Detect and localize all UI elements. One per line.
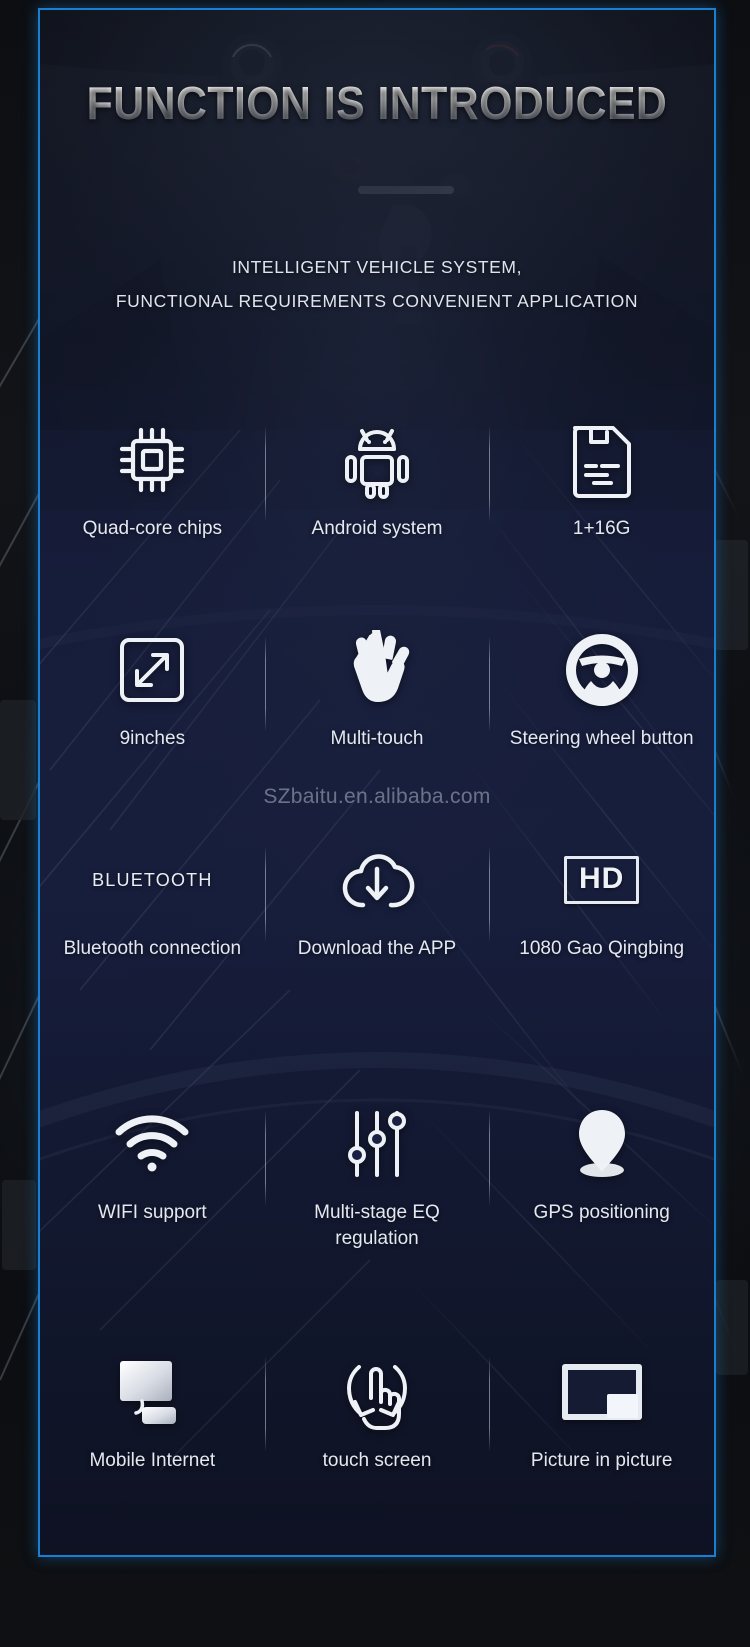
monitor-phone-icon xyxy=(112,1346,192,1438)
picture-in-picture-icon xyxy=(559,1346,645,1438)
steering-wheel-icon xyxy=(563,624,641,716)
feature-row: 9inches Multi-touch Steering wheel butto… xyxy=(40,618,714,828)
feature-row: Quad-core chips Android system 1+16G xyxy=(40,408,714,618)
feature-item-download-app[interactable]: Download the APP xyxy=(265,828,490,1040)
page-title: FUNCTION IS INTRODUCED xyxy=(64,76,691,130)
expand-arrows-icon xyxy=(117,624,187,716)
feature-label: touch screen xyxy=(322,1450,432,1471)
header-block: FUNCTION IS INTRODUCED INTELLIGENT VEHIC… xyxy=(40,10,714,340)
feature-label: Quad-core chips xyxy=(82,518,223,539)
feature-label: Download the APP xyxy=(297,938,457,959)
feature-item-screen-size[interactable]: 9inches xyxy=(40,618,265,828)
hand-icon xyxy=(341,624,413,716)
hd-badge-text: HD xyxy=(564,856,640,904)
feature-label: Multi-stage EQ regulation xyxy=(314,1202,440,1249)
feature-item-wifi-support[interactable]: WIFI support xyxy=(40,1092,265,1292)
feature-item-touch-screen[interactable]: touch screen xyxy=(265,1340,490,1540)
feature-item-quad-core-chips[interactable]: Quad-core chips xyxy=(40,408,265,618)
feature-item-bluetooth-connection[interactable]: BLUETOOTH Bluetooth connection xyxy=(40,828,265,1040)
feature-item-mobile-internet[interactable]: Mobile Internet xyxy=(40,1340,265,1540)
feature-row: WIFI support Multi-stage EQ regulation G… xyxy=(40,1040,714,1292)
feature-row: Mobile Internet touch screen Picture in … xyxy=(40,1292,714,1540)
page-subtitle: INTELLIGENT VEHICLE SYSTEM, FUNCTIONAL R… xyxy=(40,250,714,318)
bluetooth-wordmark: BLUETOOTH xyxy=(92,834,213,926)
feature-grid: Quad-core chips Android system 1+16G 9in… xyxy=(40,408,714,1540)
feature-item-eq-regulation[interactable]: Multi-stage EQ regulation xyxy=(265,1092,490,1292)
feature-item-steering-wheel-button[interactable]: Steering wheel button xyxy=(489,618,714,828)
cloud-download-icon xyxy=(337,834,417,926)
feature-label: Picture in picture xyxy=(530,1450,673,1471)
framed-panel: FUNCTION IS INTRODUCED INTELLIGENT VEHIC… xyxy=(38,8,716,1557)
feature-label: Bluetooth connection xyxy=(63,938,242,959)
feature-label: 1+16G xyxy=(572,518,631,539)
bluetooth-wordmark-text: BLUETOOTH xyxy=(92,869,213,890)
feature-item-gps-positioning[interactable]: GPS positioning xyxy=(489,1092,714,1292)
android-robot-icon xyxy=(341,414,413,506)
feature-label: Mobile Internet xyxy=(89,1450,216,1471)
feature-item-android-system[interactable]: Android system xyxy=(265,408,490,618)
feature-label: GPS positioning xyxy=(533,1202,670,1223)
feature-item-storage[interactable]: 1+16G xyxy=(489,408,714,618)
feature-row: BLUETOOTH Bluetooth connection Download … xyxy=(40,828,714,1040)
feature-item-picture-in-picture[interactable]: Picture in picture xyxy=(489,1340,714,1540)
feature-label: Steering wheel button xyxy=(509,728,694,749)
hd-badge-icon: HD xyxy=(564,834,640,926)
feature-item-multi-touch[interactable]: Multi-touch xyxy=(265,618,490,828)
memory-card-icon xyxy=(569,414,635,506)
feature-item-hd-resolution[interactable]: HD 1080 Gao Qingbing xyxy=(489,828,714,1040)
eq-sliders-icon xyxy=(345,1098,409,1190)
subtitle-line-2: FUNCTIONAL REQUIREMENTS CONVENIENT APPLI… xyxy=(115,291,639,311)
map-pin-icon xyxy=(571,1098,633,1190)
feature-label: 9inches xyxy=(119,728,186,749)
wifi-icon xyxy=(112,1098,192,1190)
touch-gesture-icon xyxy=(341,1346,413,1438)
cpu-chip-icon xyxy=(113,414,191,506)
subtitle-line-1: INTELLIGENT VEHICLE SYSTEM, xyxy=(231,257,523,277)
feature-label: WIFI support xyxy=(97,1202,207,1223)
feature-label: Multi-touch xyxy=(330,728,424,749)
product-infographic: FUNCTION IS INTRODUCED INTELLIGENT VEHIC… xyxy=(0,0,750,1647)
feature-label: 1080 Gao Qingbing xyxy=(519,938,685,959)
feature-label: Android system xyxy=(311,518,443,539)
